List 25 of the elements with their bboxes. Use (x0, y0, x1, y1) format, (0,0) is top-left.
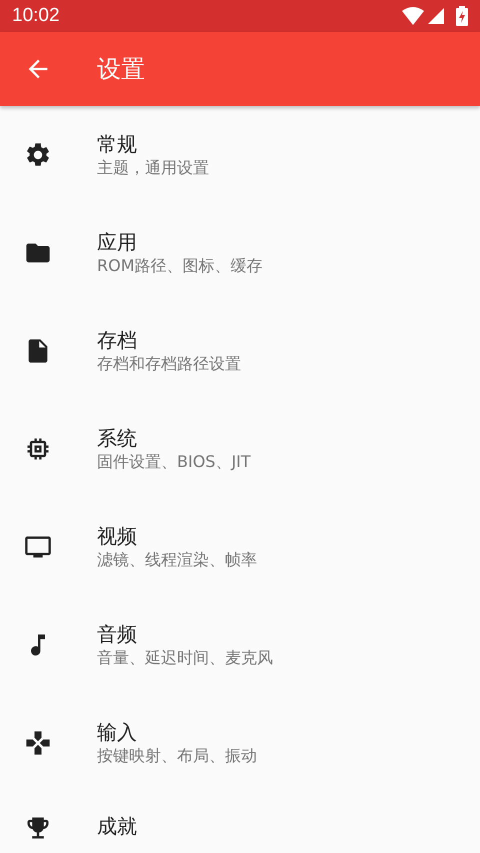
settings-item[interactable]: 系统 固件设置、BIOS、JIT (0, 400, 480, 498)
screen-title: 设置 (97, 54, 145, 85)
settings-item[interactable]: 视频 滤镜、线程渲染、帧率 (0, 498, 480, 596)
item-title: 音频 (97, 622, 138, 646)
settings-item[interactable]: 常规 主题，通用设置 (0, 106, 480, 204)
item-title: 视频 (97, 524, 138, 548)
item-description: 滤镜、线程渲染、帧率 (97, 550, 257, 570)
item-description: 主题，通用设置 (97, 158, 209, 178)
item-title: 存档 (97, 328, 138, 352)
clock: 10:02 (12, 4, 60, 28)
settings-item[interactable]: 输入 按键映射、布局、振动 (0, 694, 480, 792)
settings-item[interactable]: 应用 ROM路径、图标、缓存 (0, 204, 480, 302)
item-title: 成就 (97, 814, 137, 838)
item-title: 常规 (97, 132, 138, 156)
settings-item[interactable]: 音频 音量、延迟时间、麦克风 (0, 596, 480, 694)
item-description: 音量、延迟时间、麦克风 (97, 648, 273, 668)
item-title: 输入 (97, 720, 138, 744)
item-description: 按键映射、布局、振动 (97, 746, 257, 766)
item-title: 系统 (97, 426, 138, 450)
item-description: 固件设置、BIOS、JIT (97, 452, 251, 472)
item-title: 应用 (97, 230, 138, 254)
settings-item[interactable]: 成就 (0, 792, 480, 842)
settings-item[interactable]: 存档 存档和存档路径设置 (0, 302, 480, 400)
item-description: ROM路径、图标、缓存 (97, 256, 263, 276)
item-description: 存档和存档路径设置 (97, 354, 241, 374)
